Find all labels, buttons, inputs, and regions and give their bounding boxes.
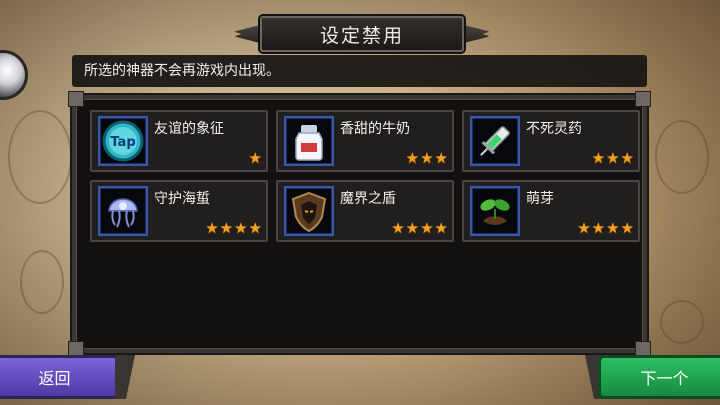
next-button[interactable]: 下一个 [598,355,720,399]
artifact-panel: Tap 友谊的象征 ★ 香甜的牛奶 ★ ★ ★ 不死灵药 ★ ★ ★ 守护海蜇 … [68,91,651,357]
star-rating: ★ ★ ★ ★ [577,221,634,236]
artifact-name: 守护海蜇 [154,191,210,207]
star-icon: ★ [620,219,634,237]
panel-corner [68,91,84,107]
artifact-card[interactable]: 香甜的牛奶 ★ ★ ★ [276,110,454,172]
star-icon: ★ [434,149,448,167]
star-icon: ★ [591,149,606,167]
star-icon: ★ [248,219,262,237]
map-decoration [8,110,72,204]
star-icon: ★ [248,149,262,167]
star-icon: ★ [606,149,620,167]
back-button[interactable]: 返回 [0,355,122,399]
star-rating: ★ [249,151,262,166]
star-icon: ★ [405,149,420,167]
artifact-name: 不死灵药 [526,121,582,137]
artifact-name: 友谊的象征 [154,121,224,137]
svg-text:Tap: Tap [110,135,135,150]
star-icon: ★ [205,219,219,237]
star-rating: ★ ★ ★ [592,151,634,166]
artifact-name: 魔界之盾 [340,191,396,207]
artifact-card[interactable]: 不死灵药 ★ ★ ★ [462,110,640,172]
panel-corner [635,91,651,107]
map-decoration [655,120,709,194]
star-icon: ★ [219,219,234,237]
map-decoration [20,250,64,314]
star-icon: ★ [420,149,434,167]
demon-shield-icon [284,186,334,236]
page-title: 设定禁用 [260,16,464,52]
artifact-name: 萌芽 [526,191,554,207]
star-icon: ★ [434,219,448,237]
artifact-grid: Tap 友谊的象征 ★ 香甜的牛奶 ★ ★ ★ 不死灵药 ★ ★ ★ 守护海蜇 … [90,110,640,242]
star-icon: ★ [620,149,634,167]
description-text: 所选的神器不会再游戏内出现。 [72,55,647,87]
star-icon: ★ [577,219,591,237]
star-icon: ★ [234,219,248,237]
star-icon: ★ [606,219,620,237]
sprout-icon [470,186,520,236]
star-icon: ★ [405,219,420,237]
star-icon: ★ [420,219,434,237]
artifact-card[interactable]: 魔界之盾 ★ ★ ★ ★ [276,180,454,242]
artifact-name: 香甜的牛奶 [340,121,410,137]
star-rating: ★ ★ ★ ★ [205,221,262,236]
map-decoration [660,300,704,344]
tap-token-icon: Tap [98,116,148,166]
syringe-icon [470,116,520,166]
milk-bottle-icon [284,116,334,166]
star-icon: ★ [391,219,405,237]
artifact-card[interactable]: Tap 友谊的象征 ★ [90,110,268,172]
artifact-card[interactable]: 守护海蜇 ★ ★ ★ ★ [90,180,268,242]
jellyfish-icon [98,186,148,236]
star-icon: ★ [591,219,606,237]
star-rating: ★ ★ ★ [406,151,448,166]
star-rating: ★ ★ ★ ★ [391,221,448,236]
artifact-card[interactable]: 萌芽 ★ ★ ★ ★ [462,180,640,242]
